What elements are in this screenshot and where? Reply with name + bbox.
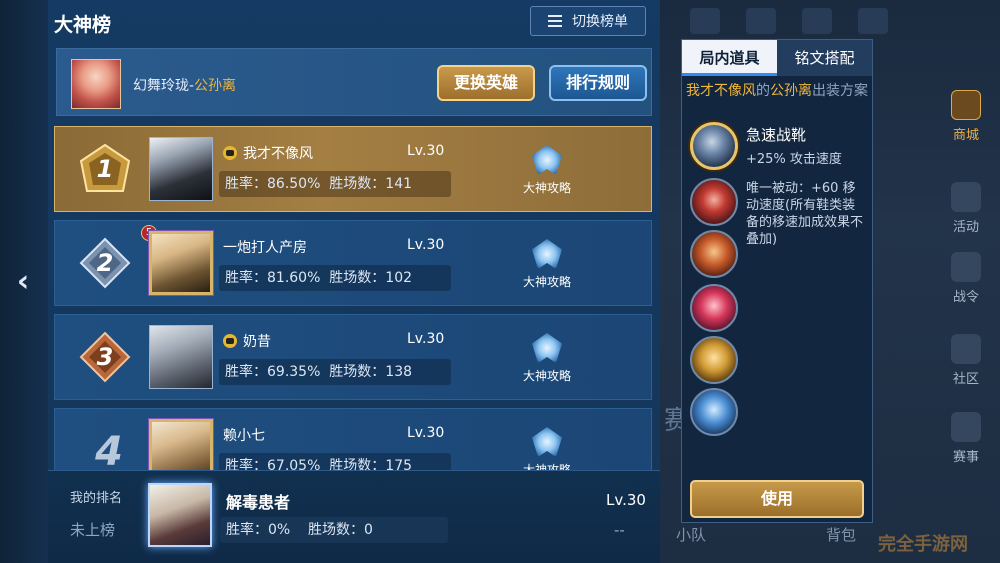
side-item-community[interactable]: 社区 — [934, 334, 998, 387]
gift-icon — [951, 182, 981, 212]
side-item-activity[interactable]: 活动 — [934, 182, 998, 235]
horse-icon — [951, 252, 981, 282]
my-avatar[interactable] — [148, 483, 212, 547]
hero-avatar — [71, 59, 121, 109]
dagger-icon[interactable] — [690, 230, 738, 278]
guide-button[interactable]: 大神攻略 — [515, 333, 579, 385]
my-rank-title: 我的排名 — [70, 491, 123, 506]
guide-button[interactable]: 大神攻略 — [515, 239, 579, 291]
my-name: 解毒患者 — [226, 493, 291, 512]
bow-icon[interactable] — [690, 178, 738, 226]
my-stats: 胜率：0% 胜场数：0 — [220, 517, 448, 543]
friends-icon[interactable] — [690, 8, 720, 34]
guide-button[interactable]: 大神攻略 — [515, 145, 579, 197]
rank-number: 3 — [96, 343, 114, 371]
back-button[interactable]: ‹ — [10, 262, 36, 302]
guide-emblem-icon — [532, 239, 562, 269]
player-level: Lv.30 — [407, 331, 445, 347]
list-icon — [548, 15, 562, 27]
my-rank-dash: -- — [614, 521, 625, 539]
tab-inscriptions[interactable]: 铭文搭配 — [777, 40, 872, 76]
item-effect: +25% 攻击速度 — [746, 152, 842, 167]
bag-label[interactable]: 背包 — [826, 524, 856, 545]
player-level: Lv.30 — [407, 143, 445, 159]
guide-emblem-icon — [532, 427, 562, 457]
rank-number: 2 — [96, 249, 114, 277]
tab-items[interactable]: 局内道具 — [682, 40, 777, 76]
switch-board-button[interactable]: 切换榜单 — [530, 6, 646, 36]
settings-gear-icon[interactable] — [858, 8, 888, 34]
avatar[interactable] — [149, 231, 213, 295]
chevron-left-icon: ‹ — [16, 264, 30, 299]
player-stats: 胜率：69.35% 胜场数：138 — [219, 359, 451, 385]
rank-number: 1 — [96, 155, 114, 183]
watch-icon[interactable] — [746, 8, 776, 34]
player-name[interactable]: 我才不像风 — [223, 143, 313, 163]
page-title: 大神榜 — [54, 14, 112, 36]
team-label[interactable]: 小队 — [676, 524, 706, 545]
guide-emblem-icon — [532, 145, 562, 175]
use-button[interactable]: 使用 — [690, 480, 864, 518]
watermark: 完全手游网 — [878, 534, 968, 555]
table-row[interactable]: 1 我才不像风 Lv.30 胜率：86.50% 胜场数：141 大神攻略 — [54, 126, 652, 212]
hero-bar: 幻舞玲珑-公孙离 更换英雄 排行规则 — [56, 48, 652, 116]
player-name[interactable]: 一炮打人产房 — [223, 237, 307, 257]
table-row[interactable]: 2 5 一炮打人产房 Lv.30 胜率：81.60% 胜场数：102 大神攻略 — [54, 220, 652, 306]
mail-icon[interactable] — [802, 8, 832, 34]
table-row[interactable]: 3 奶昔 Lv.30 胜率：69.35% 胜场数：138 大神攻略 — [54, 314, 652, 400]
player-level: Lv.30 — [407, 237, 445, 253]
player-name[interactable]: 赖小七 — [223, 425, 265, 445]
leaderboard-panel: 大神榜 切换榜单 幻舞玲珑-公孙离 更换英雄 排行规则 1 我才不像风 Lv.3… — [48, 0, 660, 563]
top-icon-bar — [690, 8, 910, 38]
side-item-events[interactable]: 赛事 — [934, 412, 998, 465]
my-rank-status: 未上榜 — [70, 521, 116, 539]
side-item-shop[interactable]: 商城 — [934, 90, 998, 143]
my-rank-bar: 我的排名 未上榜 解毒患者 Lv.30 胜率：0% 胜场数：0 -- — [48, 470, 660, 563]
player-name[interactable]: 奶昔 — [223, 331, 271, 351]
player-stats: 胜率：81.60% 胜场数：102 — [219, 265, 451, 291]
shop-icon — [951, 90, 981, 120]
side-nav: 商城 活动 战令 社区 赛事 — [934, 90, 998, 490]
armor-icon[interactable] — [690, 388, 738, 436]
boots-icon[interactable] — [690, 122, 738, 170]
player-level: Lv.30 — [407, 425, 445, 441]
vip-icon — [223, 146, 237, 160]
build-panel: 局内道具 铭文搭配 我才不像风的公孙离出装方案 急速战靴 +25% 攻击速度 唯… — [681, 39, 873, 523]
blade-icon[interactable] — [690, 336, 738, 384]
vip-icon — [223, 334, 237, 348]
avatar[interactable] — [149, 325, 213, 389]
panel-tabs: 局内道具 铭文搭配 — [682, 40, 872, 76]
item-name: 急速战靴 — [746, 126, 807, 144]
build-subtitle: 我才不像风的公孙离出装方案 — [686, 83, 868, 99]
crossbow-icon[interactable] — [690, 284, 738, 332]
my-level: Lv.30 — [606, 491, 646, 509]
home-icon — [951, 334, 981, 364]
guide-emblem-icon — [532, 333, 562, 363]
item-description: 唯一被动：+60 移动速度(所有鞋类装备的移速加成效果不叠加) — [746, 181, 864, 247]
avatar[interactable] — [149, 137, 213, 201]
hero-name: 幻舞玲珑-公孙离 — [133, 78, 237, 94]
trophy-icon — [951, 412, 981, 442]
change-hero-button[interactable]: 更换英雄 — [437, 65, 535, 101]
side-item-battlepass[interactable]: 战令 — [934, 252, 998, 305]
rank-rules-button[interactable]: 排行规则 — [549, 65, 647, 101]
player-stats: 胜率：86.50% 胜场数：141 — [219, 171, 451, 197]
